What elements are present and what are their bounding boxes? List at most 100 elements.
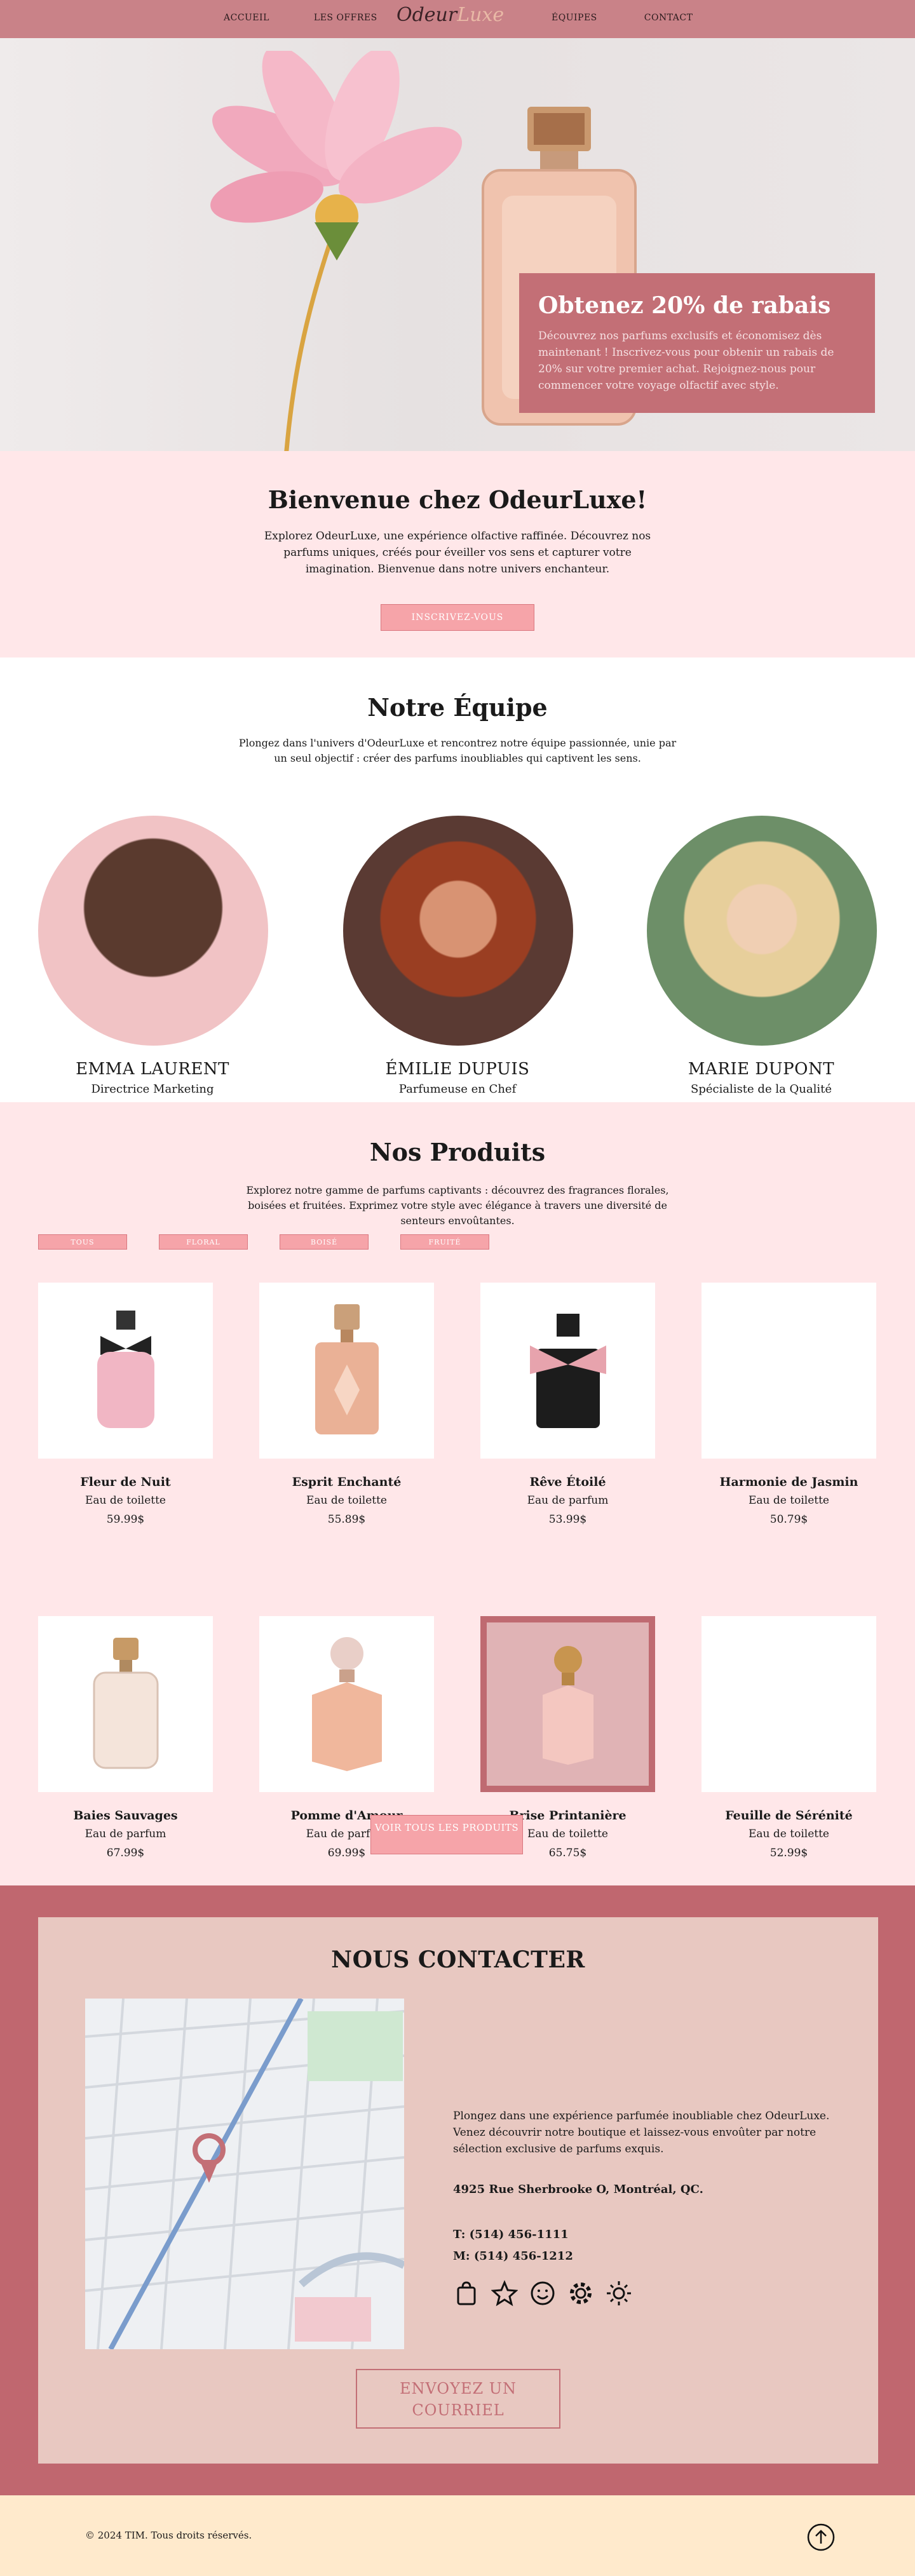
send-email-button[interactable]: ENVOYEZ UN COURRIEL (356, 2369, 560, 2429)
product-image[interactable] (480, 1283, 655, 1459)
member-name: EMMA LAURENT (76, 1060, 229, 1079)
member-role: Directrice Marketing (91, 1082, 214, 1096)
contact-info: Plongez dans une expérience parfumée ino… (453, 2108, 847, 2307)
contact-icons (453, 2280, 847, 2307)
footer: © 2024 TIM. Tous droits réservés. (0, 2495, 915, 2576)
promo-text: Découvrez nos parfums exclusifs et écono… (538, 330, 834, 392)
team-member: ÉMILIE DUPUIS Parfumeuse en Chef (343, 816, 573, 1096)
perfume-bottle-icon (529, 1313, 606, 1428)
product-name: Esprit Enchanté (292, 1475, 402, 1489)
product-card[interactable]: Rêve Étoilé Eau de parfum 53.99$ (480, 1283, 655, 1526)
product-name: Baies Sauvages (73, 1809, 178, 1823)
product-name: Harmonie de Jasmin (719, 1475, 858, 1489)
nav-accueil[interactable]: ACCUEIL (224, 13, 269, 23)
filter-boise[interactable]: BOISÉ (280, 1234, 369, 1250)
product-grid: Fleur de Nuit Eau de toilette 59.99$ Esp… (38, 1283, 877, 1859)
scroll-top-icon[interactable] (807, 2523, 835, 2551)
perfume-bottle-icon (93, 1637, 158, 1769)
product-image[interactable] (702, 1616, 876, 1792)
team-member: EMMA LAURENT Directrice Marketing (38, 816, 268, 1096)
product-card[interactable]: Fleur de Nuit Eau de toilette 59.99$ (38, 1283, 213, 1526)
promo-title: Obtenez 20% de rabais (538, 292, 831, 319)
product-name: Fleur de Nuit (80, 1475, 171, 1489)
nav-offres[interactable]: LES OFFRES (314, 13, 377, 23)
product-image[interactable] (259, 1616, 434, 1792)
hero-banner: Obtenez 20% de rabais Découvrez nos parf… (0, 38, 915, 451)
product-price: 55.89$ (327, 1513, 366, 1526)
product-card[interactable]: Feuille de Sérénité Eau de toilette 52.9… (702, 1616, 876, 1859)
contact-address: 4925 Rue Sherbrooke O, Montréal, QC. (453, 2183, 703, 2196)
contact-description: Plongez dans une expérience parfumée ino… (453, 2110, 830, 2155)
product-type: Eau de toilette (306, 1494, 387, 1507)
filter-floral[interactable]: FLORAL (159, 1234, 248, 1250)
contact-panel: NOUS CONTACTER Plongez dans une expérien… (38, 1917, 878, 2464)
product-price: 67.99$ (106, 1847, 145, 1859)
contact-title: NOUS CONTACTER (331, 1946, 585, 1973)
team-title: Notre Équipe (367, 693, 548, 722)
products-section: Nos Produits Explorez notre gamme de par… (0, 1102, 915, 1885)
perfume-bottle-icon (311, 1636, 382, 1771)
top-navigation: ACCUEIL LES OFFRES OdeurLuxe ÉQUIPES CON… (0, 0, 915, 38)
member-name: MARIE DUPONT (688, 1060, 835, 1079)
logo-part-a: Odeur (396, 4, 458, 26)
product-card[interactable]: Baies Sauvages Eau de parfum 67.99$ (38, 1616, 213, 1859)
gear-icon[interactable] (567, 2280, 594, 2307)
map-graphic (85, 1999, 404, 2349)
contact-section: NOUS CONTACTER Plongez dans une expérien… (0, 1885, 915, 2495)
nav-right-group: ÉQUIPES CONTACT (552, 13, 693, 23)
product-price: 50.79$ (769, 1513, 808, 1526)
location-map[interactable] (85, 1999, 404, 2349)
product-price: 52.99$ (769, 1847, 808, 1859)
products-intro: Explorez notre gamme de parfums captivan… (246, 1184, 669, 1227)
team-intro: Plongez dans l'univers d'OdeurLuxe et re… (238, 737, 677, 764)
nav-equipes[interactable]: ÉQUIPES (552, 13, 597, 23)
welcome-section: Bienvenue chez OdeurLuxe! Explorez Odeur… (0, 451, 915, 657)
logo-part-b: Luxe (457, 4, 505, 26)
product-type: Eau de toilette (749, 1828, 829, 1840)
sun-icon[interactable] (606, 2280, 632, 2307)
product-price: 53.99$ (548, 1513, 587, 1526)
product-type: Eau de parfum (527, 1494, 609, 1507)
product-type: Eau de toilette (85, 1494, 166, 1507)
contact-phone: T: (514) 456-1111 M: (514) 456-1212 (453, 2224, 847, 2267)
filter-tous[interactable]: TOUS (38, 1234, 127, 1250)
promo-box[interactable]: Obtenez 20% de rabais Découvrez nos parf… (519, 273, 875, 413)
phone-t: T: (514) 456-1111 (453, 2228, 569, 2241)
perfume-bottle-icon (542, 1645, 593, 1765)
team-members: EMMA LAURENT Directrice Marketing ÉMILIE… (0, 766, 915, 1096)
team-section: Notre Équipe Plongez dans l'univers d'Od… (0, 657, 915, 1102)
member-name: ÉMILIE DUPUIS (385, 1060, 530, 1079)
avatar (647, 816, 877, 1046)
filter-fruite[interactable]: FRUITÉ (400, 1234, 489, 1250)
perfume-bottle-icon (315, 1304, 379, 1434)
product-image[interactable] (702, 1283, 876, 1459)
smile-icon[interactable] (529, 2280, 556, 2307)
product-image-selected[interactable] (480, 1616, 655, 1792)
welcome-text: Explorez OdeurLuxe, une expérience olfac… (264, 530, 651, 576)
copyright-text: © 2024 TIM. Tous droits réservés. (85, 2530, 252, 2541)
products-title: Nos Produits (369, 1138, 546, 1166)
perfume-bottle-icon (97, 1310, 154, 1428)
star-icon[interactable] (491, 2280, 518, 2307)
product-card[interactable]: Esprit Enchanté Eau de toilette 55.89$ (259, 1283, 434, 1526)
view-all-products-button[interactable]: VOIR TOUS LES PRODUITS (370, 1815, 523, 1854)
product-price: 59.99$ (106, 1513, 145, 1526)
product-type: Eau de parfum (85, 1828, 166, 1840)
nav-contact[interactable]: CONTACT (644, 13, 693, 23)
avatar (38, 816, 268, 1046)
signup-button[interactable]: INSCRIVEZ-VOUS (381, 604, 534, 631)
team-member: MARIE DUPONT Spécialiste de la Qualité (647, 816, 877, 1096)
product-card[interactable]: Harmonie de Jasmin Eau de toilette 50.79… (702, 1283, 876, 1526)
flower-image (210, 51, 463, 451)
product-image[interactable] (259, 1283, 434, 1459)
product-filters: TOUS FLORAL BOISÉ FRUITÉ (38, 1234, 489, 1250)
product-image[interactable] (38, 1283, 213, 1459)
product-image[interactable] (38, 1616, 213, 1792)
member-role: Spécialiste de la Qualité (690, 1082, 832, 1096)
member-role: Parfumeuse en Chef (398, 1082, 517, 1096)
product-type: Eau de toilette (749, 1494, 829, 1507)
brand-logo[interactable]: OdeurLuxe (396, 4, 504, 26)
shopping-bag-icon[interactable] (453, 2280, 480, 2307)
product-name: Rêve Étoilé (529, 1475, 606, 1489)
phone-m: M: (514) 456-1212 (453, 2249, 573, 2263)
